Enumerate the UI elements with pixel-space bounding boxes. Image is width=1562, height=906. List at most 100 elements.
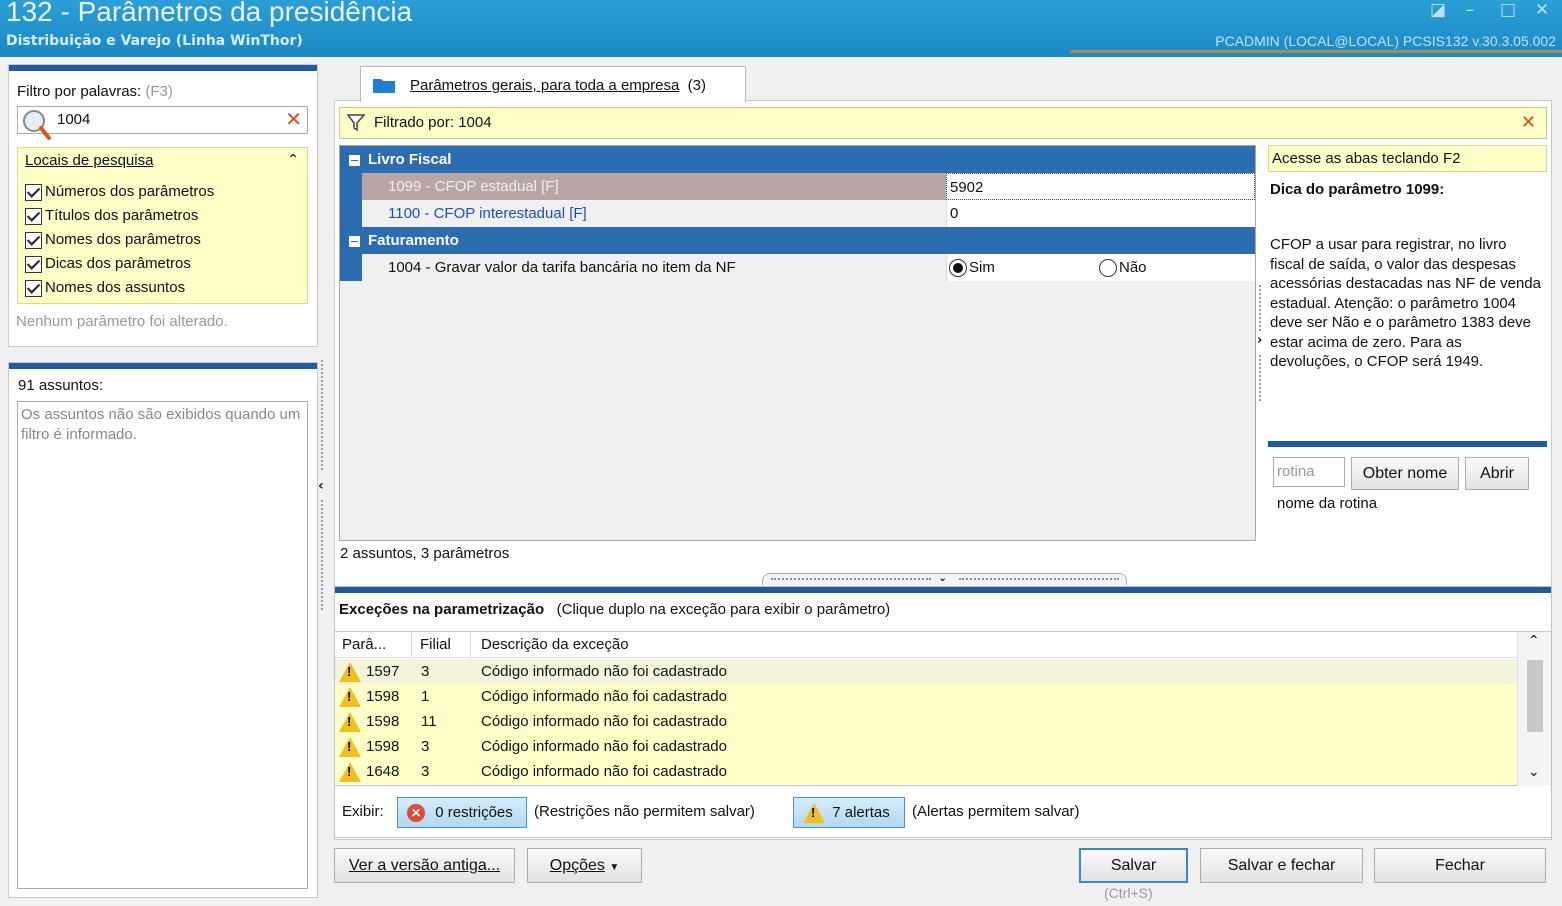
param-value-input[interactable]: 0: [946, 200, 1255, 227]
subjects-list[interactable]: Os assuntos não são exibidos quando um f…: [17, 401, 308, 889]
radio-no[interactable]: Não: [1099, 254, 1147, 281]
filter-panel: Filtro por palavras: (F3) 1004 ✕ Locais …: [8, 64, 318, 347]
exceptions-table: Parâ... Filial Descrição da exceção 1597…: [335, 631, 1551, 786]
option-param-hints[interactable]: Dicas dos parâmetros: [25, 252, 214, 276]
open-button[interactable]: Abrir: [1465, 457, 1529, 490]
filter-label-row: Filtro por palavras: (F3): [17, 83, 173, 100]
row-indent: [340, 254, 362, 281]
minimize-icon[interactable]: –: [1456, 0, 1484, 22]
col-divider: [470, 632, 471, 658]
row-indent: [340, 200, 362, 227]
close-button[interactable]: Fechar: [1374, 848, 1546, 883]
checkbox-icon[interactable]: [25, 183, 42, 201]
collapse-down-icon[interactable]: ⌄: [938, 571, 947, 584]
restore-icon[interactable]: ◪: [1424, 0, 1452, 22]
group-faturamento[interactable]: Faturamento: [340, 227, 1255, 254]
option-param-numbers[interactable]: Números dos parâmetros: [25, 180, 214, 204]
expand-right-icon[interactable]: ›: [1257, 333, 1262, 348]
hint-panel: Acesse as abas teclando F2 Dica do parâm…: [1268, 145, 1547, 541]
remove-filter-icon[interactable]: ✕: [1521, 112, 1536, 133]
col-header-param[interactable]: Parâ...: [342, 632, 386, 658]
params-grid: Livro Fiscal 1099 - CFOP estadual [F] 59…: [339, 145, 1256, 541]
exceptions-title: Exceções na parametrização: [339, 601, 545, 618]
search-input-box[interactable]: 1004 ✕: [17, 106, 308, 140]
scroll-up-icon[interactable]: ⌃: [1528, 633, 1540, 649]
alerts-button[interactable]: 7 alertas: [793, 797, 905, 828]
clear-filter-icon[interactable]: ✕: [285, 107, 302, 131]
tab-label: Parâmetros gerais, para toda a empresa (…: [410, 77, 706, 94]
exceptions-heading: Exceções na parametrização (Clique duplo…: [339, 601, 890, 618]
splitter-grip: [321, 500, 325, 610]
exceptions-scrollbar[interactable]: ⌃ ⌄: [1517, 632, 1551, 786]
exception-row[interactable]: 1598 1 Código informado não foi cadastra…: [335, 684, 1517, 709]
horizontal-splitter[interactable]: ⌄: [762, 571, 1127, 585]
show-label: Exibir:: [342, 803, 384, 820]
change-status: Nenhum parâmetro foi alterado.: [16, 313, 228, 330]
search-options-list: Números dos parâmetros Títulos dos parâm…: [25, 180, 214, 300]
option-param-names[interactable]: Nomes dos parâmetros: [25, 228, 214, 252]
maximize-icon[interactable]: □: [1494, 0, 1522, 22]
collapse-up-icon[interactable]: ⌃: [287, 152, 299, 168]
radio-selected-icon[interactable]: [949, 259, 967, 278]
options-button[interactable]: Opções ▼: [527, 848, 642, 883]
option-subject-names[interactable]: Nomes dos assuntos: [25, 276, 214, 300]
panel-header-bar: [1268, 441, 1547, 447]
collapse-left-icon[interactable]: ‹: [318, 478, 324, 494]
group-livro-fiscal[interactable]: Livro Fiscal: [340, 146, 1255, 173]
hint-body: CFOP a usar para registrar, no livro fis…: [1270, 236, 1541, 370]
param-row-1100[interactable]: 1100 - CFOP interestadual [F] 0: [340, 200, 1255, 227]
subjects-panel: 91 assuntos: Os assuntos não são exibido…: [8, 362, 318, 898]
exception-row[interactable]: 1648 3 Código informado não foi cadastra…: [335, 759, 1517, 784]
tab-general-params[interactable]: Parâmetros gerais, para toda a empresa (…: [360, 66, 746, 102]
old-version-button[interactable]: Ver a versão antiga...: [334, 848, 515, 883]
radio-yes[interactable]: Sim: [949, 254, 995, 281]
warning-icon: [339, 662, 361, 682]
splitter-grip: [321, 360, 325, 470]
left-splitter[interactable]: ‹: [318, 360, 328, 610]
save-button[interactable]: Salvar: [1079, 848, 1188, 883]
save-close-button[interactable]: Salvar e fechar: [1200, 848, 1363, 883]
param-value-input[interactable]: 5902: [946, 173, 1255, 200]
row-indent: [340, 173, 362, 200]
splitter-grip: [959, 578, 1119, 580]
scroll-down-icon[interactable]: ⌄: [1528, 764, 1540, 780]
filter-label: Filtro por palavras:: [17, 83, 142, 100]
window-title: 132 - Parâmetros da presidência: [6, 0, 413, 27]
error-icon: ✕: [407, 804, 425, 822]
exception-row[interactable]: 1597 3 Código informado não foi cadastra…: [335, 659, 1517, 684]
hint-splitter[interactable]: ›: [1257, 285, 1267, 401]
scroll-thumb[interactable]: [1527, 660, 1543, 732]
splitter-grip: [1259, 355, 1261, 401]
col-header-filial[interactable]: Filial: [420, 632, 451, 658]
search-locations-title[interactable]: Locais de pesquisa: [25, 152, 153, 169]
panel-header-bar: [9, 65, 317, 71]
collapse-group-icon[interactable]: [349, 235, 360, 247]
rotina-input[interactable]: rotina: [1273, 457, 1345, 487]
checkbox-icon[interactable]: [25, 207, 42, 225]
collapse-group-icon[interactable]: [349, 154, 360, 166]
param-row-1099[interactable]: 1099 - CFOP estadual [F] 5902: [340, 173, 1255, 200]
magnifier-icon: [23, 110, 51, 140]
param-row-1004[interactable]: 1004 - Gravar valor da tarifa bancária n…: [340, 254, 1255, 281]
splitter-grip: [1259, 285, 1261, 331]
title-accent-line: [1070, 50, 1562, 53]
checkbox-icon[interactable]: [25, 231, 42, 249]
col-header-desc[interactable]: Descrição da exceção: [481, 632, 629, 658]
exception-row[interactable]: 1598 3 Código informado não foi cadastra…: [335, 734, 1517, 759]
option-param-titles[interactable]: Títulos dos parâmetros: [25, 204, 214, 228]
checkbox-icon[interactable]: [25, 255, 42, 273]
title-bar: 132 - Parâmetros da presidência Distribu…: [0, 0, 1562, 57]
alerts-note: (Alertas permitem salvar): [912, 803, 1080, 820]
hint-title: Dica do parâmetro 1099:: [1270, 181, 1445, 198]
get-name-button[interactable]: Obter nome: [1351, 457, 1459, 490]
search-input[interactable]: 1004: [57, 111, 90, 128]
radio-unselected-icon[interactable]: [1099, 259, 1117, 278]
close-window-icon[interactable]: ✕: [1528, 0, 1556, 22]
checkbox-icon[interactable]: [25, 279, 42, 297]
panel-header-bar: [335, 587, 1551, 593]
exceptions-subtitle: (Clique duplo na exceção para exibir o p…: [556, 601, 891, 618]
restrictions-button[interactable]: ✕ 0 restrições: [397, 797, 527, 828]
panel-header-bar: [9, 363, 317, 369]
param-name: 1100 - CFOP interestadual [F]: [388, 205, 587, 222]
exception-row[interactable]: 1598 11 Código informado não foi cadastr…: [335, 709, 1517, 734]
